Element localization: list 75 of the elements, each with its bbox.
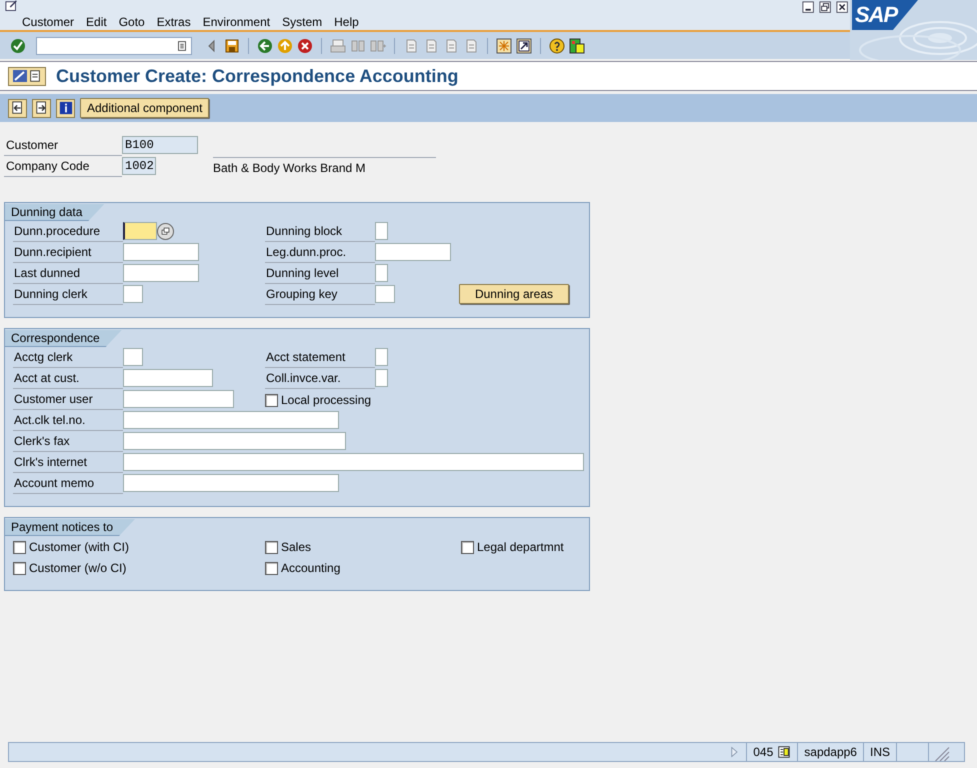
input-field[interactable] xyxy=(123,285,143,303)
input-field[interactable] xyxy=(375,222,388,240)
dunning-areas-button[interactable]: Dunning areas xyxy=(459,284,569,304)
menu-item[interactable]: System xyxy=(276,13,328,31)
restore-icon[interactable] xyxy=(819,1,833,15)
input-field[interactable] xyxy=(123,432,346,450)
input-field[interactable] xyxy=(375,243,451,261)
group-title: Correspondence xyxy=(5,330,122,347)
input-field[interactable] xyxy=(375,348,388,366)
cancel-icon[interactable] xyxy=(297,38,313,54)
checkbox-label: Customer (with CI) xyxy=(29,539,130,556)
shortcut-icon[interactable] xyxy=(516,38,532,54)
checkbox[interactable] xyxy=(265,540,278,554)
minimize-icon[interactable] xyxy=(802,1,816,15)
input-field[interactable] xyxy=(123,411,339,429)
input-field[interactable] xyxy=(123,222,157,240)
value-help-button[interactable] xyxy=(157,223,174,240)
checkbox-label: Local processing xyxy=(281,392,372,409)
input-field[interactable] xyxy=(123,453,584,471)
client-text: 045 xyxy=(753,744,774,761)
input-field[interactable] xyxy=(375,264,388,282)
document-icon xyxy=(28,68,42,84)
screen-title: Customer Create: Correspondence Accounting xyxy=(56,64,458,88)
menu-item[interactable]: Customer xyxy=(16,13,80,31)
additional-component-button[interactable]: Additional component xyxy=(80,98,210,118)
previous-screen-button[interactable] xyxy=(8,98,27,118)
menu-item[interactable]: Goto xyxy=(112,13,151,31)
checkbox-label: Customer (w/o CI) xyxy=(29,560,126,577)
next-screen-button[interactable] xyxy=(32,98,51,118)
checkbox-label: Accounting xyxy=(281,560,340,577)
layout-icon[interactable] xyxy=(569,38,585,54)
checkmark-icon[interactable] xyxy=(10,38,26,54)
menu-item[interactable]: Environment xyxy=(196,13,276,31)
group-title: Payment notices to xyxy=(5,519,136,536)
previous-screen-icon xyxy=(10,101,24,115)
next-screen-icon xyxy=(34,101,48,115)
help-icon[interactable] xyxy=(549,38,565,54)
input-field[interactable] xyxy=(123,369,213,387)
save-icon[interactable] xyxy=(224,38,240,54)
new-session-icon[interactable] xyxy=(496,38,512,54)
checkbox[interactable] xyxy=(13,562,26,574)
edit-icon xyxy=(12,68,28,84)
dropdown-icon[interactable] xyxy=(175,38,189,52)
info-icon xyxy=(58,101,72,115)
description-text: Bath & Body Works Brand M xyxy=(213,157,436,177)
checkbox-label: Legal departmnt xyxy=(477,539,564,556)
input-field[interactable] xyxy=(123,348,143,366)
print-icon[interactable] xyxy=(330,38,346,54)
checkbox[interactable] xyxy=(265,394,278,406)
windows-icon xyxy=(160,226,171,237)
mode-text: INS xyxy=(862,743,896,761)
checkbox[interactable] xyxy=(461,540,474,554)
command-field[interactable] xyxy=(36,36,192,54)
menu-item[interactable]: Extras xyxy=(150,13,197,31)
back-icon[interactable] xyxy=(257,38,273,54)
menu-item[interactable]: Help xyxy=(328,13,365,31)
input-field[interactable]: B100 xyxy=(122,136,198,154)
input-field[interactable] xyxy=(375,285,395,303)
input-field[interactable] xyxy=(123,474,339,492)
window-menu-icon[interactable] xyxy=(5,0,19,14)
list-icon[interactable] xyxy=(777,745,792,759)
info-button[interactable] xyxy=(56,98,75,118)
checkbox[interactable] xyxy=(265,562,278,574)
server-text: sapdapp6 xyxy=(797,743,863,761)
input-field[interactable]: 1002 xyxy=(122,157,156,175)
display-change-button[interactable] xyxy=(8,66,46,86)
checkbox-label: Sales xyxy=(281,539,312,556)
group-title: Dunning data xyxy=(5,204,104,221)
input-field[interactable] xyxy=(123,243,199,261)
close-icon[interactable] xyxy=(836,1,850,15)
menu-item[interactable]: Edit xyxy=(80,13,113,31)
checkbox[interactable] xyxy=(13,540,26,554)
input-field[interactable] xyxy=(375,369,388,387)
input-field[interactable] xyxy=(123,264,199,282)
input-field[interactable] xyxy=(123,390,234,408)
